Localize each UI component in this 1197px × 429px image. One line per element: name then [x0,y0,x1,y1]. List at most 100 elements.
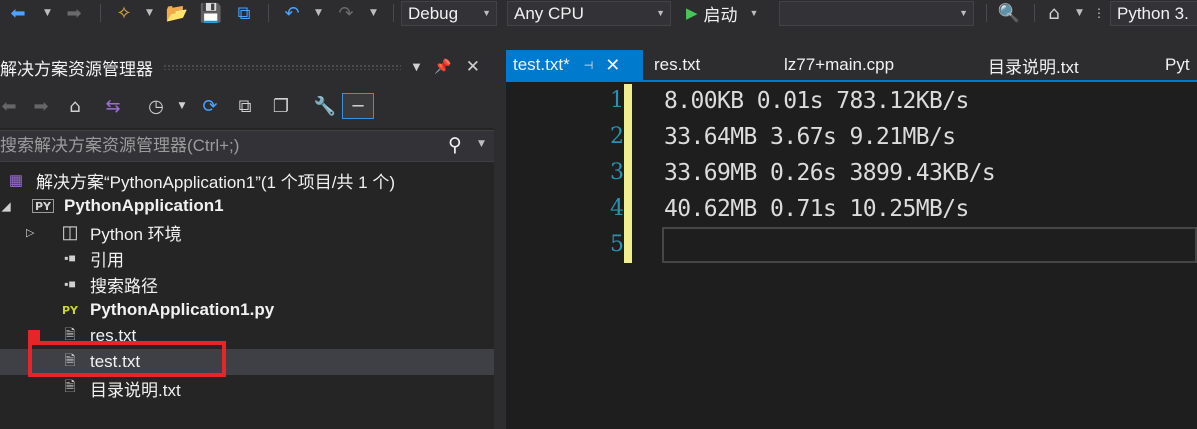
close-tab-icon[interactable]: ✕ [605,55,620,76]
tree-item-python-environments[interactable]: ▷ ◫ Python 环境 [0,219,494,245]
pending-changes-filter-icon[interactable]: ◷ [144,93,168,119]
line-number: 1 [610,88,624,113]
code-line[interactable]: 33.69MB 0.26s 3899.43KB/s [664,154,996,190]
main-toolbar: ⬅ ▼ ➡ ✧ ▼ 📂 💾 ⧉ ↶ ▼ ↷ ▼ Debug ▼ Any CPU … [0,0,1197,26]
python-project-icon: PY [32,199,54,213]
solution-explorer-toolbar: ⬅ ➡ ⌂ ⇆ ◷ ▼ ⟳ ⧉ ❐ 🔧 ─ [0,84,494,128]
start-debugging-button[interactable]: ▶ 启动 ▼ [686,0,758,26]
solution-explorer-search: ⚲ ▼ [0,130,494,162]
unsaved-changes-marker [624,84,632,263]
properties-wrench-icon[interactable]: 🔧 [312,93,338,119]
save-icon[interactable]: 💾 [199,1,223,25]
switch-views-icon[interactable]: ⇆ [100,93,126,119]
line-number: 4 [610,196,624,221]
search-icon[interactable]: ⚲ [448,134,462,156]
tab-directory-notes[interactable]: 目录说明.txt [988,50,1079,80]
panel-title: 解决方案资源管理器 [0,59,153,79]
code-line[interactable]: 8.00KB 0.01s 783.12KB/s [664,82,969,118]
filter-dropdown-icon[interactable]: ▼ [176,93,188,119]
panel-splitter[interactable] [494,26,506,429]
tree-item-label: 解决方案“PythonApplication1”(1 个项目/共 1 个) [36,172,395,192]
tab-label: res.txt [654,55,701,74]
python-file-icon: PY [61,303,79,317]
code-line[interactable]: 33.64MB 3.67s 9.21MB/s [664,118,956,154]
show-all-files-icon[interactable]: ❐ [268,93,294,119]
configuration-value: Debug [408,4,459,23]
home-dropdown-icon[interactable]: ▼ [1076,1,1083,25]
tree-item-project[interactable]: ◢ PY PythonApplication1 [0,193,494,219]
search-input[interactable] [0,131,440,161]
tree-item-label: Python 环境 [90,224,182,244]
code-line[interactable]: 40.62MB 0.71s 10.25MB/s [664,190,969,226]
text-file-icon: 🗎 [64,378,76,394]
toolbar-separator [986,4,987,22]
annotation-highlight-box [28,341,226,377]
find-in-files-icon[interactable]: 🔍 [996,1,1022,25]
home-icon[interactable]: ⌂ [1042,1,1066,25]
tab-test-txt[interactable]: test.txt* ⊣ ✕ [506,50,643,80]
new-project-icon[interactable]: ✧ [112,1,136,25]
tab-label: Pyt [1165,55,1190,74]
line-number: 3 [610,160,624,185]
sync-icon[interactable]: ⟳ [196,93,224,119]
tree-item-search-paths[interactable]: ▪■ 搜索路径 [0,271,494,297]
python-environment-select[interactable]: Python 3. [1110,1,1197,26]
tab-lz77-main-cpp[interactable]: lz77+main.cpp [784,50,894,80]
tab-python-file[interactable]: Pyt [1165,50,1190,80]
line-number: 5 [610,232,624,257]
close-icon[interactable]: ✕ [466,57,480,77]
undo-dropdown-icon[interactable]: ▼ [315,1,322,25]
tree-item-python-file[interactable]: PY PythonApplication1.py [0,297,494,323]
configuration-select[interactable]: Debug ▼ [401,1,497,26]
chevron-down-icon: ▼ [482,8,491,18]
tree-item-label: PythonApplication1 [64,196,224,215]
search-options-dropdown-icon[interactable]: ▼ [478,139,485,149]
text-editor[interactable]: 1 2 3 4 5 8.00KB 0.01s 783.12KB/s 33.64M… [506,82,1197,429]
redo-icon[interactable]: ↷ [334,1,358,25]
collapse-all-icon[interactable]: ⧉ [232,93,258,119]
navigate-back-icon[interactable]: ⬅ [6,1,30,25]
home-icon[interactable]: ⌂ [62,93,88,119]
preview-selected-items-icon[interactable]: ─ [342,93,374,119]
toolbar-separator [393,4,394,22]
tree-item-label: PythonApplication1.py [90,300,275,319]
chevron-down-icon: ▼ [959,8,968,18]
pin-tab-icon[interactable]: ⊣ [584,59,594,72]
glyph-margin[interactable] [506,82,544,429]
open-folder-icon[interactable]: 📂 [165,1,189,25]
references-icon: ▪■ [64,251,76,265]
platform-select[interactable]: Any CPU ▼ [507,1,671,26]
environment-icon: ◫ [61,221,79,242]
toolbar-overflow-icon[interactable]: ⋮ [1092,1,1106,25]
navigate-back-dropdown-icon[interactable]: ▼ [44,1,51,25]
navigate-forward-icon[interactable]: ➡ [62,1,86,25]
new-project-dropdown-icon[interactable]: ▼ [146,1,153,25]
solution-icon: ▦ [8,172,24,189]
toolbar-separator [268,4,269,22]
tree-item-directory-notes[interactable]: 🗎 目录说明.txt [0,375,494,401]
save-all-icon[interactable]: ⧉ [232,1,256,25]
window-menu-icon[interactable]: ▼ [413,62,421,73]
forward-icon[interactable]: ➡ [30,93,52,119]
tree-item-label: 引用 [90,250,124,270]
back-icon[interactable]: ⬅ [0,93,18,119]
tree-item-references[interactable]: ▪■ 引用 [0,245,494,271]
document-tabs: test.txt* ⊣ ✕ res.txt lz77+main.cpp 目录说明… [506,50,1197,80]
expanded-arrow-icon[interactable]: ◢ [2,200,10,213]
start-label: 启动 [703,5,738,25]
line-number: 2 [610,124,624,149]
tree-item-label: 搜索路径 [90,276,158,296]
tree-item-solution[interactable]: ▦ 解决方案“PythonApplication1”(1 个项目/共 1 个) [0,167,494,193]
tab-label: test.txt* [513,55,570,74]
drag-grip[interactable] [163,64,401,70]
startup-item-select[interactable]: ▼ [779,1,974,26]
redo-dropdown-icon[interactable]: ▼ [370,1,377,25]
toolbar-separator [1034,4,1035,22]
tab-res-txt[interactable]: res.txt [654,50,700,80]
undo-icon[interactable]: ↶ [280,1,304,25]
solution-explorer-titlebar: 解决方案资源管理器 ▼ 📌 ✕ [0,50,494,84]
chevron-down-icon[interactable]: ▼ [750,8,759,18]
pin-icon[interactable]: 📌 [434,59,451,75]
collapsed-arrow-icon[interactable]: ▷ [26,226,34,239]
chevron-down-icon: ▼ [656,8,665,18]
